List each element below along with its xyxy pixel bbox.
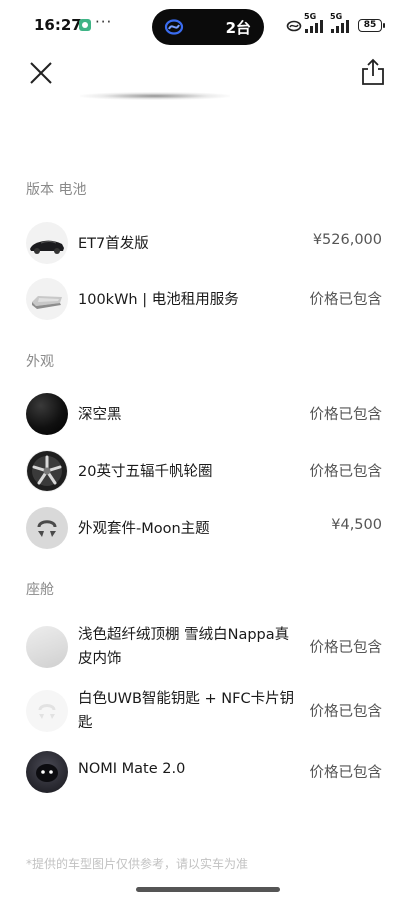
list-item-key[interactable]: 白色UWB智能钥匙 + NFC卡片钥匙 价格已包含 [0,685,414,735]
connection-link-icon [164,19,184,35]
close-button[interactable] [28,60,54,86]
list-item-nomi[interactable]: NOMI Mate 2.0 价格已包含 [0,746,414,796]
app-notification-icon [79,19,91,31]
order-config-page: 16:27 ··· 2台 5G 5G 85 版本 电池 ET7首发版 ¥526,… [0,0,414,900]
key-thumbnail [26,690,68,732]
home-indicator[interactable] [136,887,280,892]
item-price: 价格已包含 [309,704,383,720]
item-label: 外观套件-Moon主题 [78,521,210,537]
list-item-version[interactable]: ET7首发版 ¥526,000 [0,217,414,267]
section-title-exterior: 外观 [26,354,54,370]
item-label: 100kWh | 电池租用服务 [78,292,239,308]
more-notifications-icon: ··· [95,13,113,31]
nomi-thumbnail [26,751,68,793]
item-price: 价格已包含 [309,640,383,656]
color-swatch-black [26,393,68,435]
battery-pack-thumbnail [26,278,68,320]
wheel-thumbnail [26,450,68,492]
item-price: ¥526,000 [312,232,382,248]
share-button[interactable] [360,58,386,86]
nio-logo-thumbnail [26,507,68,549]
status-bar: 16:27 ··· 2台 5G 5G 85 [0,0,414,52]
item-price: 价格已包含 [309,464,383,480]
list-item-exterior-kit[interactable]: 外观套件-Moon主题 ¥4,500 [0,502,414,552]
item-label: NOMI Mate 2.0 [78,761,186,777]
section-title-cabin: 座舱 [26,582,54,598]
item-label: 浅色超纤绒顶棚 雪绒白Nappa真皮内饰 [78,627,290,667]
dynamic-island[interactable]: 2台 [152,9,264,45]
status-time: 16:27 [34,16,82,34]
close-icon [30,62,52,84]
interior-swatch [26,626,68,668]
hotspot-link-icon [286,20,302,32]
item-price: 价格已包含 [309,765,383,781]
item-price: ¥4,500 [331,517,382,533]
battery-icon: 85 [358,19,385,32]
item-label: 深空黑 [78,407,122,423]
item-label: 白色UWB智能钥匙 + NFC卡片钥匙 [78,691,295,731]
list-item-wheel[interactable]: 20英寸五辐千帆轮圈 价格已包含 [0,445,414,495]
section-title-version: 版本 电池 [26,182,87,198]
item-price: 价格已包含 [309,407,383,423]
car-thumbnail [26,222,68,264]
share-icon [362,58,384,85]
item-price: 价格已包含 [309,292,383,308]
island-count: 2台 [225,19,251,37]
disclaimer-text: *提供的车型图片仅供参考，请以实车为准 [26,857,249,871]
car-image-shadow [80,92,230,100]
list-item-color[interactable]: 深空黑 价格已包含 [0,388,414,438]
signal-strength-icon [305,20,323,33]
signal-strength-icon-2 [331,20,349,33]
list-item-battery[interactable]: 100kWh | 电池租用服务 价格已包含 [0,273,414,323]
item-label: ET7首发版 [78,236,149,252]
item-label: 20英寸五辐千帆轮圈 [78,464,213,480]
list-item-interior[interactable]: 浅色超纤绒顶棚 雪绒白Nappa真皮内饰 价格已包含 [0,621,414,671]
status-indicators: 5G 5G 85 [286,12,396,36]
